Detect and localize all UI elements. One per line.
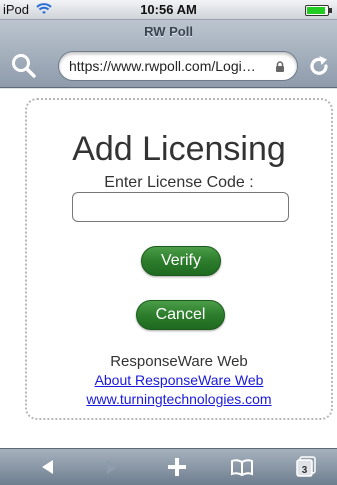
url-text: https://www.rwpoll.com/Logi… <box>69 58 256 74</box>
browser-nav-bar: RW Poll https://www.rwpoll.com/Logi… <box>0 20 337 88</box>
browser-toolbar: 3 <box>0 448 337 485</box>
cancel-button[interactable]: Cancel <box>136 300 225 330</box>
license-code-input[interactable] <box>72 192 289 222</box>
lock-icon <box>276 61 284 72</box>
app-name: ResponseWare Web <box>110 353 248 370</box>
tabs-icon[interactable]: 3 <box>294 456 318 478</box>
page-title: RW Poll <box>144 24 193 39</box>
about-link[interactable]: About ResponseWare Web <box>27 372 331 388</box>
page-content: Add Licensing Enter License Code : Verif… <box>0 89 337 448</box>
license-code-label: Enter License Code : <box>104 174 254 191</box>
add-icon[interactable] <box>165 456 189 478</box>
clock: 10:56 AM <box>140 2 197 17</box>
search-icon[interactable] <box>10 52 38 80</box>
url-field[interactable]: https://www.rwpoll.com/Logi… <box>58 51 298 81</box>
website-link[interactable]: www.turningtechnologies.com <box>27 391 331 407</box>
reload-icon[interactable] <box>306 53 332 79</box>
battery-icon <box>305 5 332 16</box>
back-arrow-icon[interactable] <box>36 456 60 478</box>
status-bar: iPod 10:56 AM <box>0 0 337 20</box>
bookmarks-icon[interactable] <box>230 456 254 478</box>
tab-count: 3 <box>302 465 308 476</box>
page-heading: Add Licensing <box>72 130 286 168</box>
verify-button[interactable]: Verify <box>141 246 221 276</box>
licensing-panel: Add Licensing Enter License Code : Verif… <box>25 98 333 420</box>
forward-arrow-icon[interactable] <box>100 456 124 478</box>
